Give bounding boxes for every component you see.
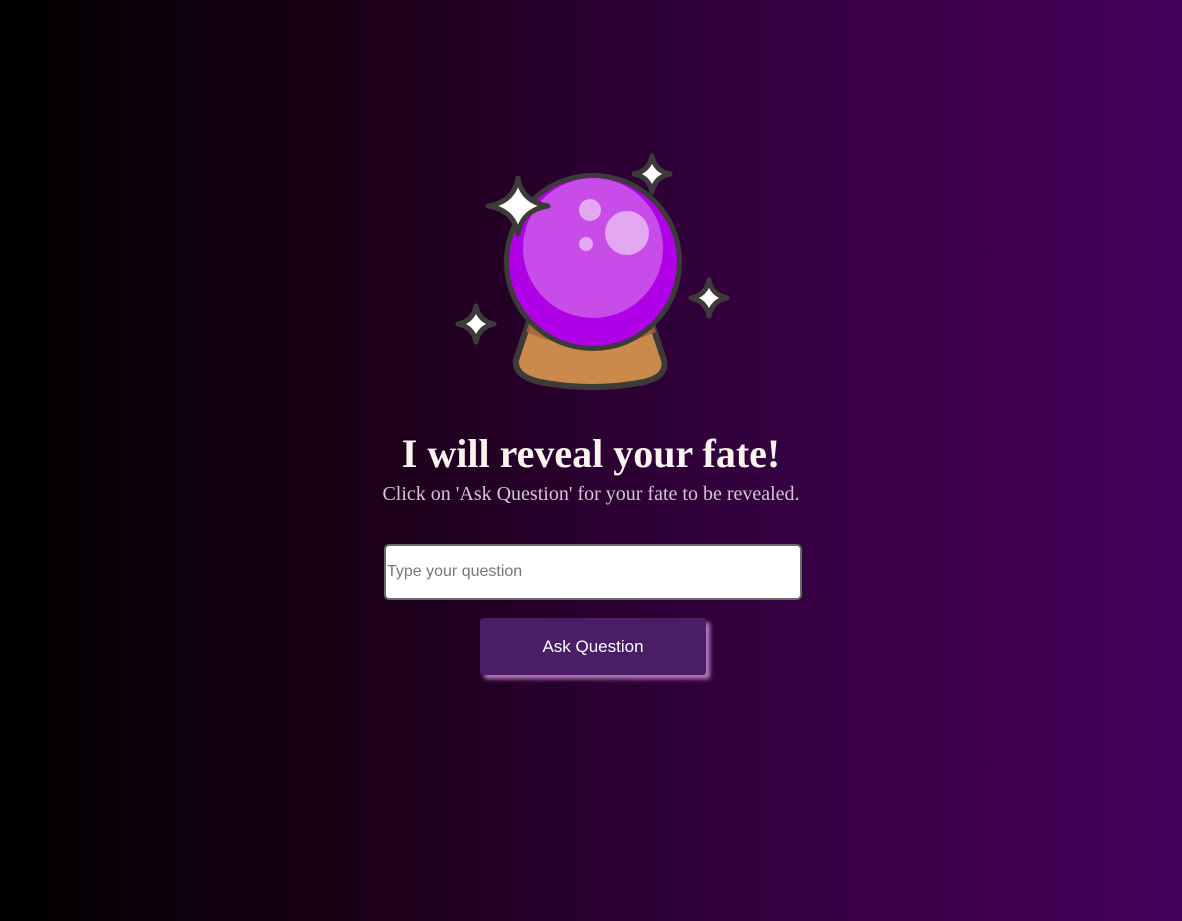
- crystal-ball-icon: [452, 150, 734, 395]
- fortune-page: I will reveal your fate! Click on 'Ask Q…: [0, 0, 1182, 921]
- page-title: I will reveal your fate!: [401, 431, 781, 476]
- ask-question-button[interactable]: Ask Question: [480, 618, 706, 675]
- question-input[interactable]: [384, 544, 802, 600]
- page-subtitle: Click on 'Ask Question' for your fate to…: [382, 483, 800, 505]
- sparkle-icon: [688, 277, 730, 319]
- sparkle-icon: [455, 303, 497, 345]
